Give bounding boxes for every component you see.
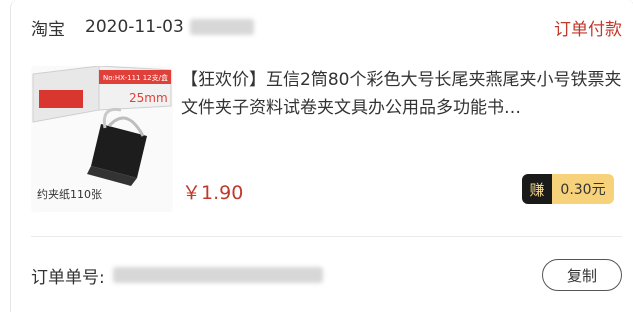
product-row[interactable]: No:HX-111 12支/盒 25mm 约夹纸110张 【狂欢价】互信2筒80… bbox=[31, 66, 622, 212]
blurred-time bbox=[189, 19, 254, 35]
capacity-text: 约夹纸110张 bbox=[37, 188, 102, 201]
order-number-label: 订单单号: bbox=[31, 267, 105, 288]
order-card: 淘宝 2020-11-03 订单付款 No:HX-111 12支/盒 25mm … bbox=[10, 0, 633, 312]
order-footer: 订单单号: 复制 bbox=[31, 258, 622, 292]
earn-amount: 0.30元 bbox=[552, 174, 614, 204]
earn-badge: 赚 0.30元 bbox=[522, 174, 614, 204]
blurred-order-number bbox=[112, 267, 323, 283]
platform-name: 淘宝 bbox=[31, 19, 65, 40]
order-date: 2020-11-03 bbox=[85, 17, 184, 37]
copy-button[interactable]: 复制 bbox=[542, 259, 622, 291]
order-header: 淘宝 2020-11-03 订单付款 bbox=[31, 10, 622, 44]
model-text: No:HX-111 12支/盒 bbox=[103, 73, 168, 82]
product-image[interactable]: No:HX-111 12支/盒 25mm 约夹纸110张 bbox=[31, 66, 173, 212]
product-title[interactable]: 【狂欢价】互信2筒80个彩色大号长尾夹燕尾夹小号铁票夹文件夹子资料试卷夹文具办公… bbox=[181, 66, 622, 122]
earn-label: 赚 bbox=[522, 174, 552, 204]
divider bbox=[31, 236, 622, 237]
order-status: 订单付款 bbox=[554, 19, 622, 40]
size-text: 25mm bbox=[129, 91, 168, 105]
product-price: ￥1.90 bbox=[182, 182, 244, 204]
